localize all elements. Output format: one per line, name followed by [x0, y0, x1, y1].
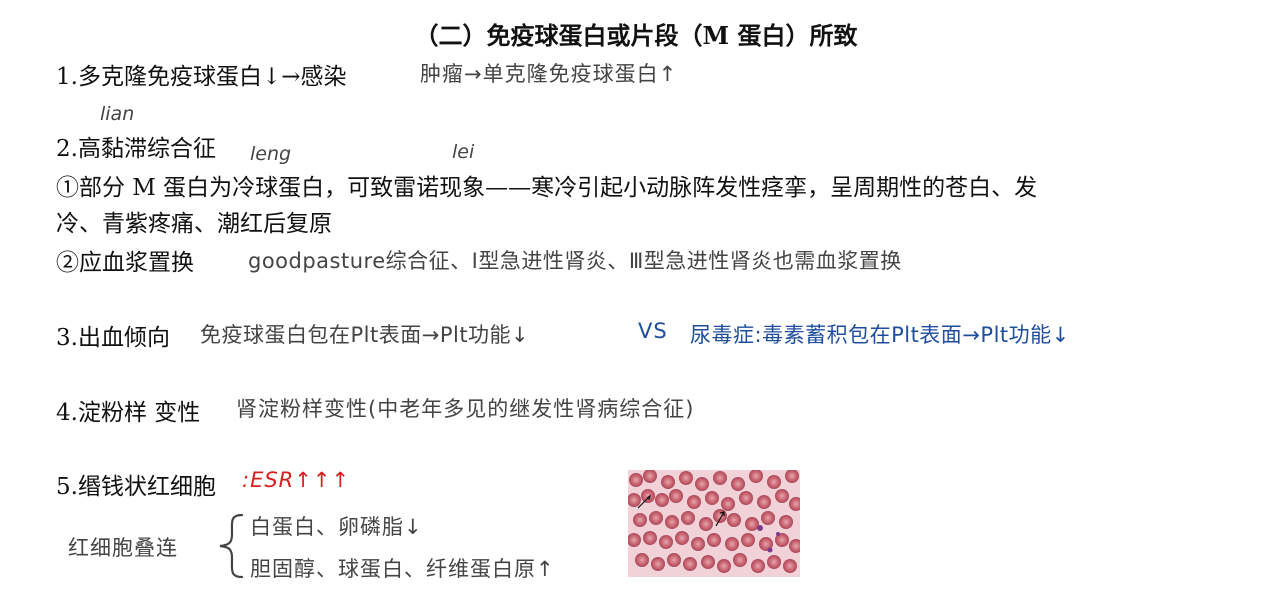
brace-label: 红细胞叠连	[68, 536, 178, 560]
item-5-note-red: :ESR↑↑↑	[242, 468, 351, 492]
pinyin-lei: lei	[452, 141, 475, 163]
item-1-note: 肿瘤→单克隆免疫球蛋白↑	[420, 62, 678, 86]
curly-brace	[219, 513, 244, 579]
rouleaux-micrograph	[628, 470, 800, 577]
item-2-sub2-label: ②应血浆置换	[56, 250, 194, 276]
item-3-label: 3.出血倾向	[56, 325, 170, 351]
item-4-label: 4.淀粉样 变性	[56, 400, 201, 426]
brace-top-text: 白蛋白、卵磷脂↓	[250, 515, 423, 539]
item-4-note: 肾淀粉样变性(中老年多见的继发性肾病综合征)	[236, 397, 695, 421]
item-2-sub1-line2: 冷、青紫疼痛、潮红后复原	[56, 211, 332, 237]
item-5-label: 5.缗钱状红细胞	[56, 474, 216, 500]
pinyin-leng: leng	[250, 143, 292, 165]
brace-bottom-text: 胆固醇、球蛋白、纤维蛋白原↑	[250, 557, 555, 581]
item-2-sub1-line1: ①部分 M 蛋白为冷球蛋白，可致雷诺现象——寒冷引起小动脉阵发性痉挛，呈周期性的…	[56, 175, 1038, 201]
item-1-label: 1.多克隆免疫球蛋白↓→感染	[56, 64, 347, 90]
page-title: （二）免疫球蛋白或片段（M 蛋白）所致	[414, 21, 858, 50]
pinyin-lian: lian	[100, 103, 135, 125]
item-2-label: 2.高黏滞综合征	[56, 136, 216, 162]
rouleaux-micrograph-drawing	[628, 470, 800, 573]
item-3-note-blue: 尿毒症:毒素蓄积包在Plt表面→Plt功能↓	[690, 323, 1070, 347]
item-3-note: 免疫球蛋白包在Plt表面→Plt功能↓	[200, 323, 530, 347]
item-3-vs: VS	[638, 319, 668, 343]
item-2-sub2-note: goodpasture综合征、Ⅰ型急进性肾炎、Ⅲ型急进性肾炎也需血浆置换	[248, 249, 902, 273]
